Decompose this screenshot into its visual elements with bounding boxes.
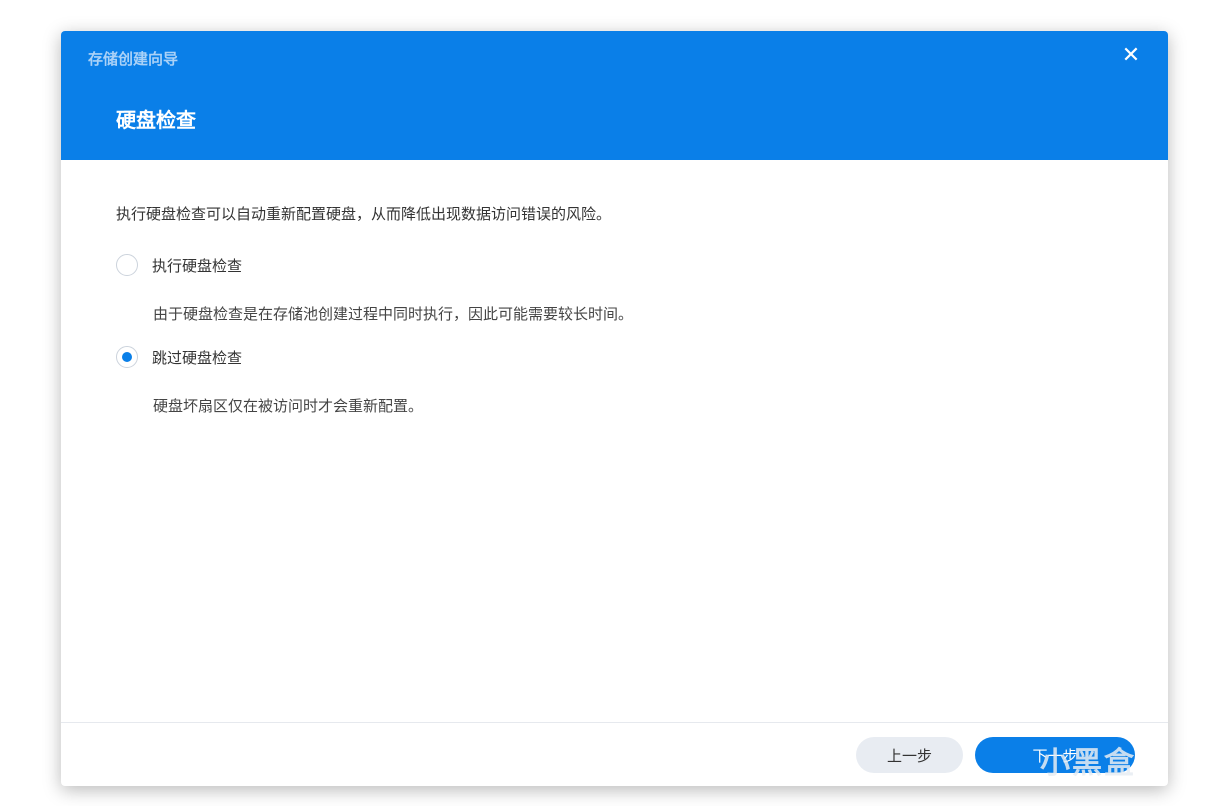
- storage-wizard-dialog: 存储创建向导 硬盘检查 ✕ 执行硬盘检查可以自动重新配置硬盘，从而降低出现数据访…: [61, 31, 1168, 786]
- radio-run-disk-check[interactable]: 执行硬盘检查: [116, 254, 242, 276]
- radio-button-selected[interactable]: [116, 346, 138, 368]
- dialog-header: 存储创建向导 硬盘检查 ✕: [61, 31, 1168, 160]
- option-hint: 硬盘坏扇区仅在被访问时才会重新配置。: [153, 397, 424, 415]
- description: 执行硬盘检查可以自动重新配置硬盘，从而降低出现数据访问错误的风险。: [116, 205, 612, 223]
- wizard-title: 存储创建向导: [88, 50, 179, 68]
- next-button[interactable]: 下一步: [975, 737, 1135, 773]
- radio-skip-disk-check[interactable]: 跳过硬盘检查: [116, 346, 242, 368]
- option-hint: 由于硬盘检查是在存储池创建过程中同时执行，因此可能需要较长时间。: [153, 305, 634, 323]
- radio-button[interactable]: [116, 254, 138, 276]
- footer-divider: [61, 722, 1168, 723]
- prev-button[interactable]: 上一步: [856, 737, 963, 773]
- step-title: 硬盘检查: [116, 108, 196, 132]
- option-label: 执行硬盘检查: [152, 256, 243, 275]
- close-icon[interactable]: ✕: [1120, 45, 1142, 67]
- option-label: 跳过硬盘检查: [152, 348, 243, 367]
